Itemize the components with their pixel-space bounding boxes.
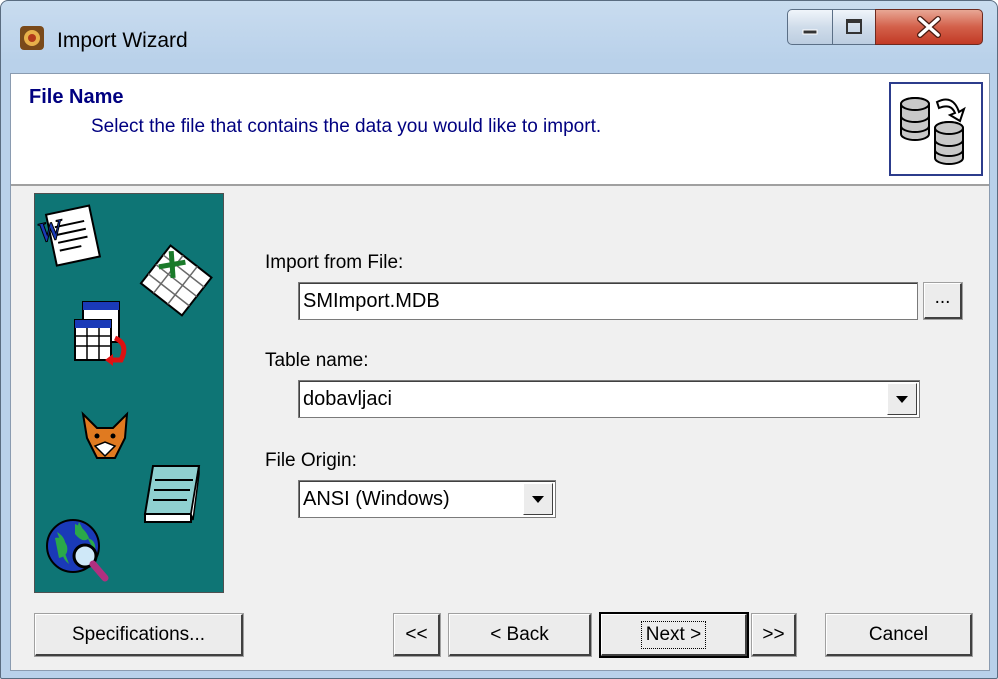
notepad-icon bbox=[143, 465, 201, 523]
first-page-button[interactable]: << bbox=[393, 613, 441, 657]
file-origin-dropdown-button[interactable] bbox=[523, 483, 553, 515]
close-icon bbox=[917, 16, 941, 38]
file-origin-value: ANSI (Windows) bbox=[303, 488, 450, 510]
title-bar[interactable]: Import Wizard bbox=[1, 1, 997, 73]
import-file-value: SMImport.MDB bbox=[303, 290, 440, 312]
minimize-button[interactable] bbox=[787, 9, 833, 45]
import-from-file-label: Import from File: bbox=[265, 252, 404, 273]
maximize-button[interactable] bbox=[832, 9, 876, 45]
chevron-down-icon bbox=[532, 495, 544, 503]
table-name-select[interactable]: dobavljaci bbox=[298, 380, 920, 418]
file-origin-select[interactable]: ANSI (Windows) bbox=[298, 480, 556, 518]
wizard-client-area: File Name Select the file that contains … bbox=[10, 73, 990, 671]
fox-icon bbox=[81, 411, 129, 459]
browse-button[interactable]: ... bbox=[923, 282, 963, 320]
chevron-down-icon bbox=[896, 395, 908, 403]
file-origin-label: File Origin: bbox=[265, 450, 357, 471]
maximize-icon bbox=[846, 19, 862, 34]
close-button[interactable] bbox=[875, 9, 983, 45]
globe-search-icon bbox=[46, 519, 109, 582]
excel-sheet-icon bbox=[139, 244, 213, 317]
window-title: Import Wizard bbox=[57, 29, 188, 52]
wizard-sidebar: W bbox=[34, 193, 224, 593]
table-name-label: Table name: bbox=[265, 350, 369, 371]
cancel-button[interactable]: Cancel bbox=[825, 613, 973, 657]
table-name-value: dobavljaci bbox=[303, 388, 392, 410]
table-name-dropdown-button[interactable] bbox=[887, 383, 917, 415]
foxpro-app-icon bbox=[20, 26, 44, 50]
word-document-icon: W bbox=[34, 204, 102, 267]
next-button[interactable]: Next > bbox=[599, 612, 749, 658]
specifications-button[interactable]: Specifications... bbox=[34, 613, 244, 657]
minimize-icon bbox=[802, 29, 818, 35]
page-subtitle: Select the file that contains the data y… bbox=[91, 116, 602, 137]
database-import-icon bbox=[900, 97, 966, 165]
header-icon-frame bbox=[889, 82, 983, 176]
table-grid-icon bbox=[74, 301, 127, 366]
page-title: File Name bbox=[29, 86, 124, 108]
import-wizard-window: Import Wizard File Name Select the file … bbox=[0, 0, 998, 679]
import-file-input[interactable]: SMImport.MDB bbox=[298, 282, 918, 320]
back-button[interactable]: < Back bbox=[448, 613, 592, 657]
wizard-header: File Name Select the file that contains … bbox=[11, 74, 989, 186]
last-page-button[interactable]: >> bbox=[751, 613, 797, 657]
